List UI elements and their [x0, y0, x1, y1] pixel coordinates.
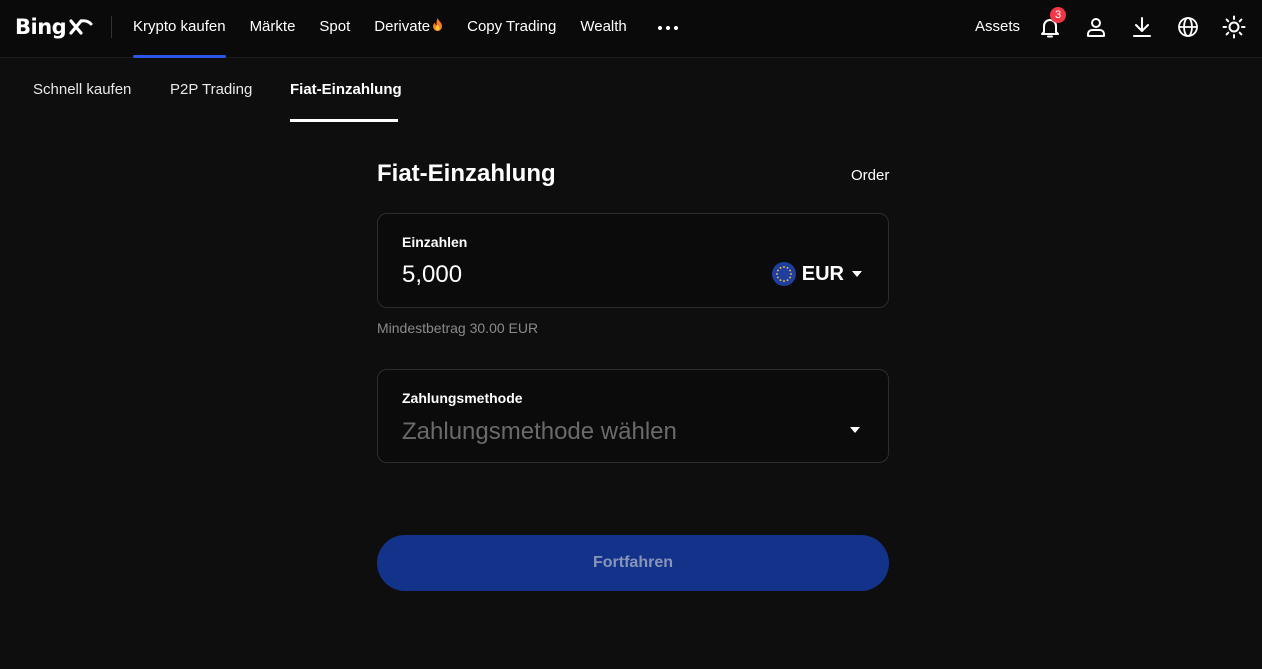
- nav-item-label: Krypto kaufen: [133, 18, 226, 35]
- chevron-down-icon: [850, 427, 860, 433]
- assets-link[interactable]: Assets: [975, 18, 1020, 35]
- main-nav: Krypto kaufen Märkte Spot Derivate Copy …: [133, 0, 651, 58]
- nav-item-maerkte[interactable]: Märkte: [250, 0, 296, 58]
- nav-item-label: Wealth: [580, 18, 627, 35]
- continue-button[interactable]: Fortfahren: [377, 535, 889, 591]
- nav-item-krypto-kaufen[interactable]: Krypto kaufen: [133, 0, 226, 58]
- payment-method-label: Zahlungsmethode: [402, 390, 523, 406]
- payment-method-card[interactable]: Zahlungsmethode Zahlungsmethode wählen: [377, 369, 889, 463]
- nav-item-spot[interactable]: Spot: [319, 0, 350, 58]
- eu-flag-icon: [771, 262, 796, 286]
- nav-item-label: Märkte: [249, 18, 296, 35]
- currency-select[interactable]: EUR: [771, 262, 862, 286]
- nav-item-label: Copy Trading: [467, 18, 557, 35]
- logo-divider: [111, 16, 112, 38]
- fire-icon: [432, 0, 443, 54]
- user-icon[interactable]: [1084, 15, 1108, 39]
- amount-card: Einzahlen EUR: [377, 213, 889, 308]
- tab-p2p-trading[interactable]: P2P Trading: [170, 81, 252, 98]
- download-icon[interactable]: [1130, 15, 1154, 39]
- chevron-down-icon: [852, 271, 862, 277]
- active-tab-indicator: [290, 119, 398, 122]
- tab-fiat-einzahlung[interactable]: Fiat-Einzahlung: [290, 81, 402, 98]
- theme-toggle-icon[interactable]: [1222, 15, 1246, 39]
- notification-badge: 3: [1050, 7, 1066, 23]
- top-header: Bing Krypto kaufen Märkte Spot Derivate …: [0, 0, 1262, 58]
- amount-input[interactable]: [402, 258, 732, 292]
- tab-schnell-kaufen[interactable]: Schnell kaufen: [33, 81, 131, 98]
- more-menu-icon[interactable]: [658, 26, 678, 30]
- globe-icon[interactable]: [1176, 15, 1200, 39]
- page-title: Fiat-Einzahlung: [377, 160, 556, 187]
- currency-code: EUR: [801, 262, 844, 285]
- order-link[interactable]: Order: [851, 167, 889, 184]
- minimum-amount-hint: Mindestbetrag 30.00 EUR: [377, 320, 539, 336]
- nav-item-copy-trading[interactable]: Copy Trading: [467, 0, 556, 58]
- nav-item-wealth[interactable]: Wealth: [580, 0, 626, 58]
- nav-item-label: Derivate: [374, 18, 431, 35]
- bingx-logo-icon: Bing: [15, 15, 93, 39]
- bingx-logo[interactable]: Bing: [15, 14, 93, 40]
- nav-item-label: Spot: [319, 18, 351, 35]
- payment-method-select[interactable]: Zahlungsmethode wählen: [402, 418, 677, 446]
- nav-item-derivate[interactable]: Derivate: [374, 0, 443, 58]
- amount-label: Einzahlen: [402, 234, 468, 250]
- svg-text:Bing: Bing: [15, 15, 66, 39]
